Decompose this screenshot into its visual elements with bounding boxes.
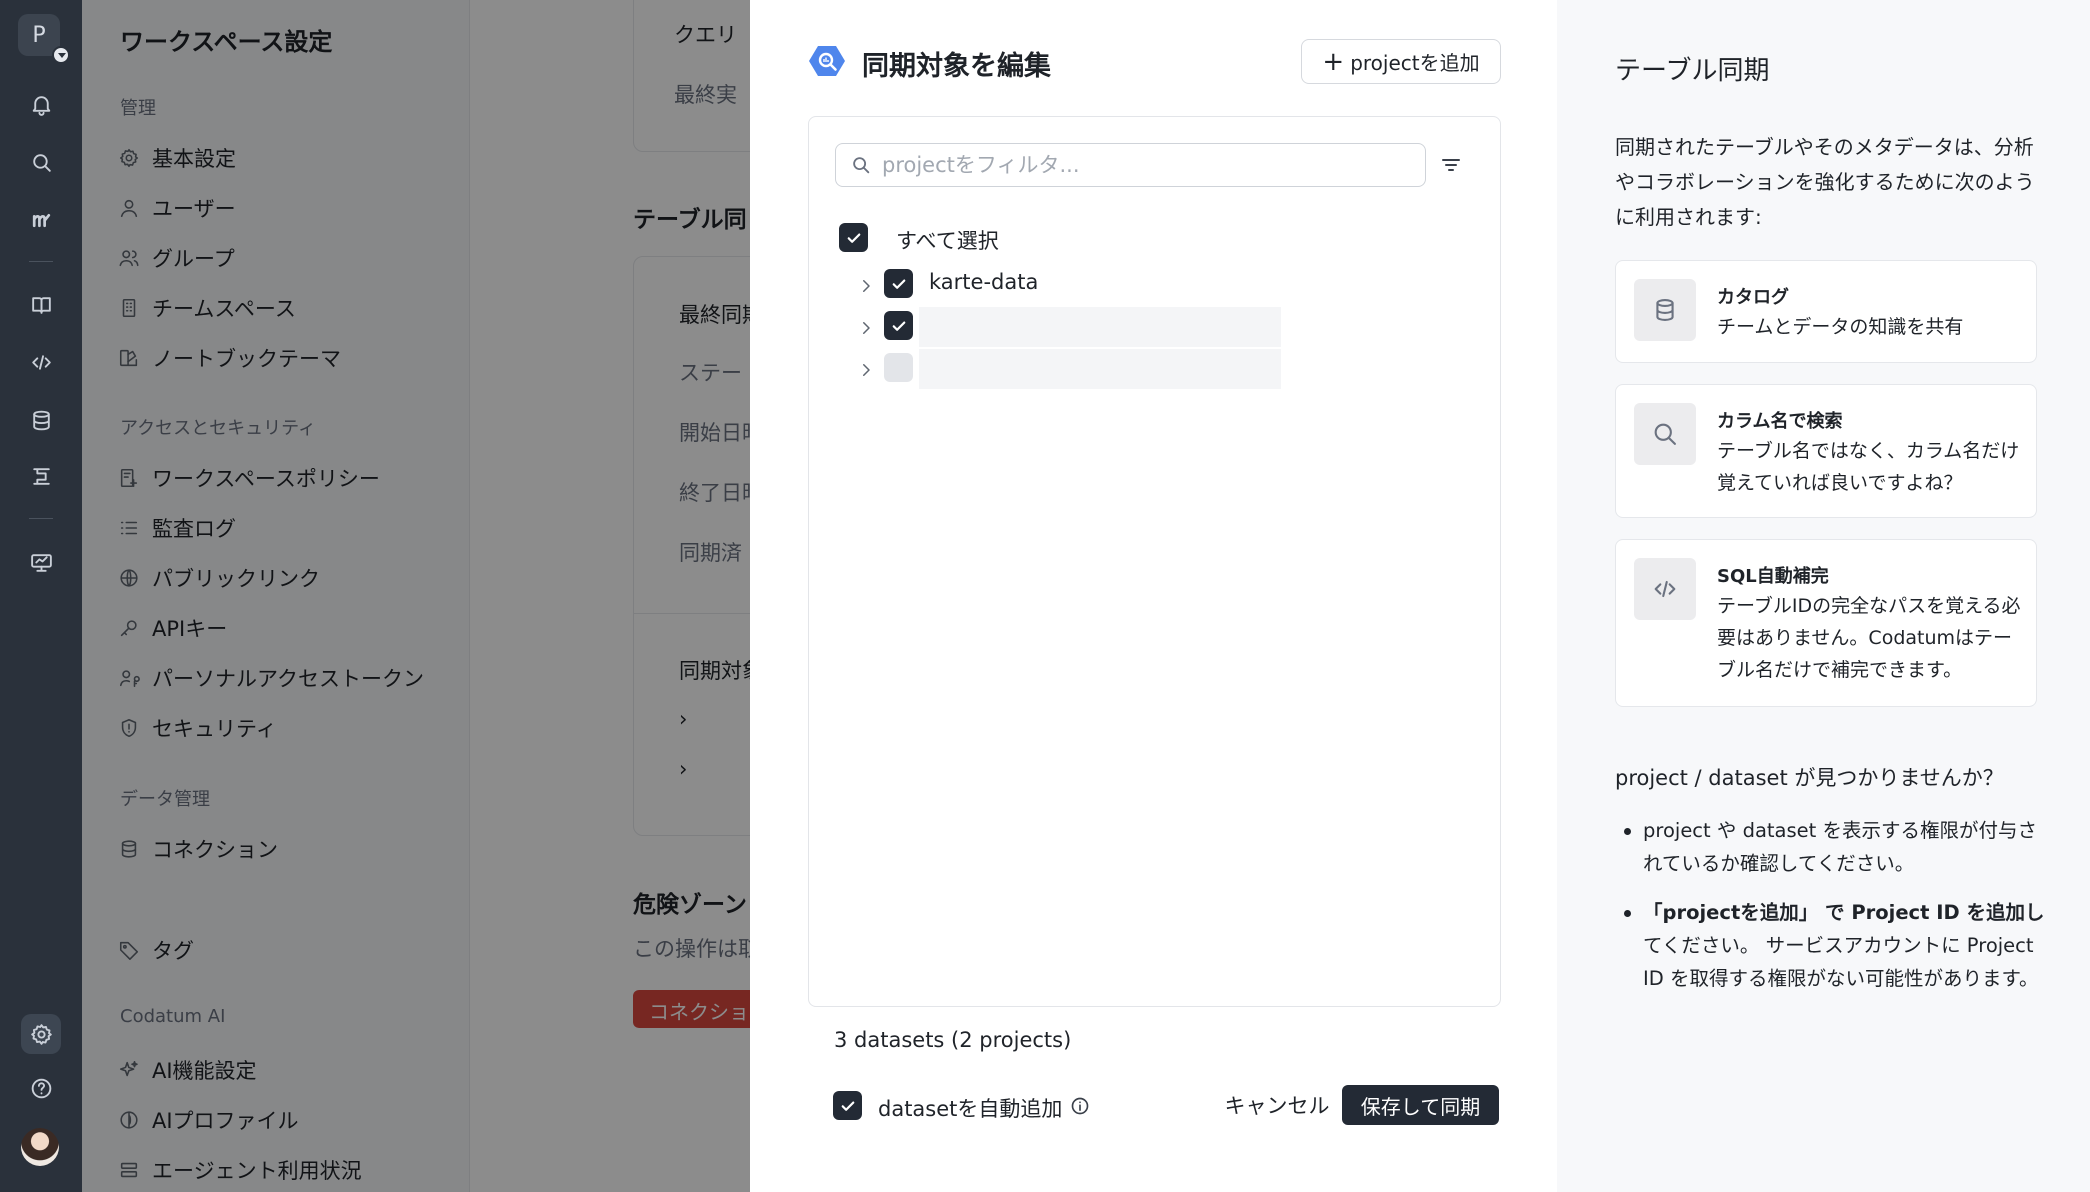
- project-name: [919, 307, 1281, 347]
- feature-card-column-search: カラム名で検索 テーブル名ではなく、カラム名だけ覚えていれば良いですよね？: [1615, 384, 2037, 518]
- search-icon: [1634, 403, 1696, 465]
- check-icon: [892, 279, 905, 289]
- add-project-button[interactable]: + projectを追加: [1301, 39, 1501, 84]
- feature-card-sql-autocomplete: SQL自動補完 テーブルIDの完全なパスを覚える必要はありません。Codatum…: [1615, 539, 2037, 707]
- selection-summary: 3 datasets (2 projects): [834, 1028, 1072, 1052]
- help-list: project や dataset を表示する権限が付与されているか確認してくだ…: [1615, 814, 2055, 1011]
- project-checkbox[interactable]: [884, 269, 913, 298]
- sort-icon[interactable]: [1439, 153, 1463, 177]
- feature-title: SQL自動補完: [1717, 566, 1829, 587]
- check-icon: [841, 1101, 854, 1111]
- dialog-title: 同期対象を編集: [862, 51, 1051, 82]
- chevron-right-icon[interactable]: [857, 361, 875, 379]
- select-all-checkbox[interactable]: [839, 223, 868, 252]
- feature-title: カタログ: [1717, 287, 1789, 308]
- chevron-right-icon[interactable]: [857, 319, 875, 337]
- database-icon: [1634, 279, 1696, 341]
- project-filter-input[interactable]: [882, 153, 1422, 177]
- edit-sync-targets-dialog: 同期対象を編集 + projectを追加 すべて選択 karte-data: [750, 0, 1557, 1192]
- project-name: [919, 349, 1281, 389]
- bullet-emphasis: 「projectを追加」 で Project ID を追加し: [1643, 901, 2045, 924]
- save-and-sync-button[interactable]: 保存して同期: [1342, 1085, 1499, 1125]
- feature-desc: テーブルIDの完全なパスを覚える必要はありません。Codatumはテーブル名だけ…: [1717, 595, 2021, 681]
- list-item: project や dataset を表示する権限が付与されているか確認してくだ…: [1615, 814, 2055, 880]
- filter-field[interactable]: [835, 143, 1426, 187]
- feature-title: カラム名で検索: [1717, 411, 1843, 432]
- bigquery-icon: [809, 46, 845, 76]
- select-all-label: すべて選択: [896, 229, 999, 253]
- code-icon: [1634, 558, 1696, 620]
- auto-add-dataset-label: datasetを自動追加: [878, 1097, 1063, 1121]
- project-name: karte-data: [929, 270, 1039, 294]
- add-project-label: projectを追加: [1350, 51, 1480, 75]
- modal-overlay[interactable]: [82, 0, 750, 1192]
- help-question: project / dataset が見つかりませんか？: [1615, 766, 2004, 790]
- check-icon: [892, 321, 905, 331]
- auto-add-dataset-checkbox[interactable]: [833, 1091, 862, 1120]
- project-checkbox[interactable]: [884, 311, 913, 340]
- project-tree-panel: すべて選択 karte-data: [808, 116, 1501, 1007]
- plus-icon: +: [1322, 46, 1345, 77]
- feature-desc: チームとデータの知識を共有: [1717, 316, 1964, 338]
- search-icon: [853, 157, 870, 174]
- help-intro: 同期されたテーブルやそのメタデータは、分析やコラボレーションを強化するために次の…: [1615, 135, 2035, 229]
- bullet-text: てください。 サービスアカウントに Project ID を取得する権限がない可…: [1643, 934, 2039, 990]
- help-title: テーブル同期: [1615, 56, 1770, 86]
- list-item: 「projectを追加」 で Project ID を追加してください。 サービ…: [1615, 896, 2055, 995]
- chevron-right-icon[interactable]: [857, 277, 875, 295]
- project-checkbox[interactable]: [884, 353, 913, 382]
- check-icon: [847, 233, 860, 243]
- cancel-button[interactable]: キャンセル: [1197, 1085, 1357, 1125]
- feature-desc: テーブル名ではなく、カラム名だけ覚えていれば良いですよね？: [1717, 440, 2020, 494]
- help-panel: テーブル同期 同期されたテーブルやそのメタデータは、分析やコラボレーションを強化…: [1557, 0, 2090, 1192]
- feature-card-catalog: カタログ チームとデータの知識を共有: [1615, 260, 2037, 363]
- info-icon[interactable]: [1070, 1096, 1090, 1116]
